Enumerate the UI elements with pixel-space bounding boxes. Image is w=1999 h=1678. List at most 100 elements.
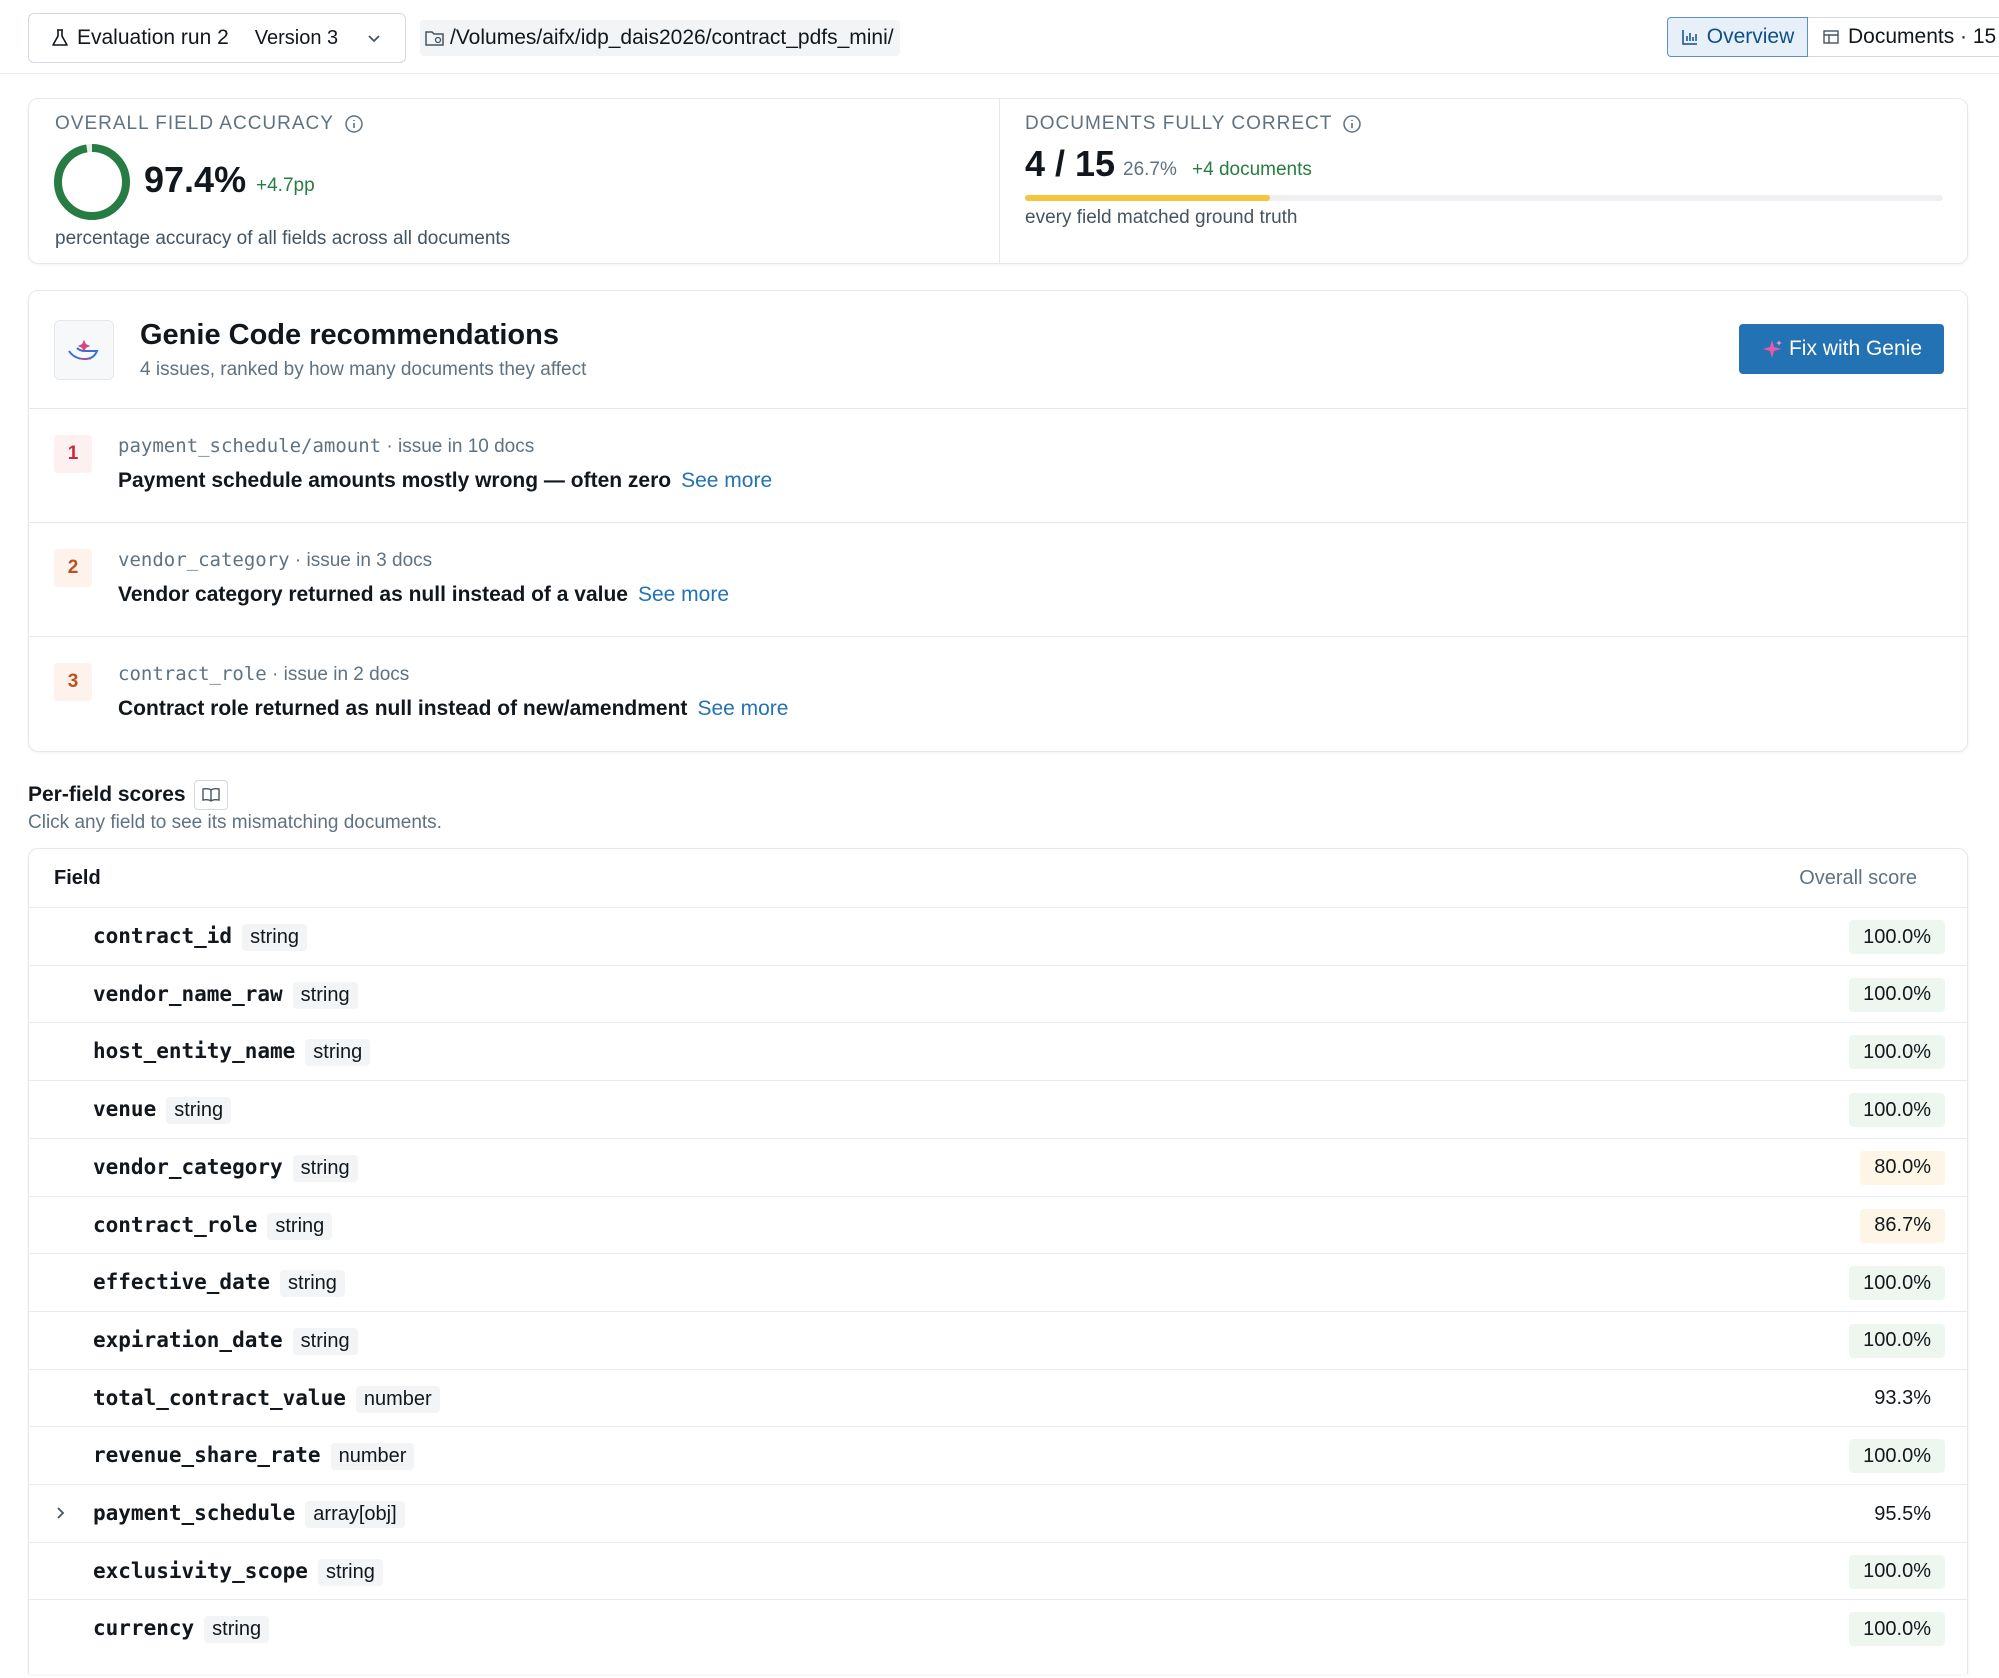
table-row[interactable]: contract_role string 86.7% <box>29 1195 1967 1254</box>
see-more-link[interactable]: See more <box>638 583 729 606</box>
accuracy-delta: +4.7pp <box>256 175 315 196</box>
table-row[interactable]: contract_id string 100.0% <box>29 907 1967 965</box>
bar-chart-icon <box>1681 30 1697 45</box>
issue-item[interactable]: 2 vendor_category · issue in 3 docs Vend… <box>29 522 1967 636</box>
table-row[interactable]: vendor_name_raw string 100.0% <box>29 964 1967 1023</box>
sparkle-icon <box>1762 340 1782 358</box>
table-row[interactable]: revenue_share_rate number 100.0% <box>29 1426 1967 1484</box>
info-icon[interactable] <box>1342 114 1362 134</box>
field-type-badge: string <box>242 924 307 951</box>
field-name: contract_role string <box>93 1212 333 1240</box>
field-name-text: vendor_category <box>93 1154 283 1179</box>
accuracy-caption: percentage accuracy of all fields across… <box>55 228 511 249</box>
issue-field-row: payment_schedule/amount · issue in 10 do… <box>118 435 534 458</box>
column-header-score: Overall score <box>1799 866 1917 889</box>
per-field-title-row: Per-field scores <box>28 780 228 810</box>
table-row[interactable]: venue string 100.0% <box>29 1080 1967 1138</box>
fix-with-genie-button[interactable]: Fix with Genie <box>1739 324 1944 374</box>
issue-headline: Vendor category returned as null instead… <box>118 583 628 606</box>
field-score: 100.0% <box>1849 1093 1945 1128</box>
tab-overview[interactable]: Overview <box>1667 17 1808 57</box>
issue-field-row: contract_role · issue in 2 docs <box>118 663 409 686</box>
field-name-text: contract_id <box>93 924 233 948</box>
issue-item[interactable]: 3 contract_role · issue in 2 docs Contra… <box>29 636 1967 750</box>
fully-correct-label-row: DOCUMENTS FULLY CORRECT <box>1025 113 1362 135</box>
field-score: 100.0% <box>1849 920 1945 954</box>
table-row[interactable]: payment_schedule array[obj] 95.5% <box>29 1484 1967 1542</box>
table-row[interactable]: expiration_date string 100.0% <box>29 1310 1967 1369</box>
issue-headline-row: Contract role returned as null instead o… <box>118 697 788 721</box>
issue-rank: 3 <box>54 663 92 701</box>
field-type-badge: string <box>267 1212 333 1240</box>
table-row[interactable]: exclusivity_scope string 100.0% <box>29 1541 1967 1600</box>
field-type-badge: string <box>166 1097 232 1125</box>
issue-count: · issue in 10 docs <box>386 436 535 457</box>
per-field-title: Per-field scores <box>28 783 186 806</box>
issue-rank: 2 <box>54 549 92 587</box>
metrics-card: OVERALL FIELD ACCURACY 97.4% +4.7pp perc… <box>28 98 1968 264</box>
table-icon <box>1823 30 1839 44</box>
field-name: expiration_date string <box>93 1327 358 1355</box>
field-type-badge: string <box>204 1616 270 1644</box>
issue-field-row: vendor_category · issue in 3 docs <box>118 549 432 572</box>
field-score: 93.3% <box>1874 1387 1931 1410</box>
see-more-link[interactable]: See more <box>697 697 788 720</box>
genie-recommendations-card: Genie Code recommendations 4 issues, ran… <box>28 290 1968 752</box>
book-icon[interactable] <box>193 780 228 810</box>
field-score: 100.0% <box>1849 1612 1945 1647</box>
field-name-text: payment_schedule <box>93 1501 296 1525</box>
tab-documents-label: Documents · 15 <box>1848 25 1997 48</box>
column-header-field: Field <box>54 866 101 889</box>
volume-path[interactable]: /Volumes/aifx/idp_dais2026/contract_pdfs… <box>420 20 900 56</box>
table-row[interactable]: host_entity_name string 100.0% <box>29 1022 1967 1080</box>
metric-divider <box>999 99 1000 263</box>
field-name-text: host_entity_name <box>93 1039 296 1064</box>
table-row[interactable]: effective_date string 100.0% <box>29 1253 1967 1311</box>
see-more-link[interactable]: See more <box>681 469 772 492</box>
field-name: vendor_category string <box>93 1154 358 1182</box>
field-name: effective_date string <box>93 1270 345 1298</box>
issue-field: payment_schedule/amount <box>118 435 382 457</box>
field-type-badge: array[obj] <box>305 1501 405 1528</box>
issue-item[interactable]: 1 payment_schedule/amount · issue in 10 … <box>29 408 1967 522</box>
chevron-down-icon[interactable] <box>365 29 383 47</box>
issue-headline-row: Vendor category returned as null instead… <box>118 583 729 607</box>
field-name: vendor_name_raw string <box>93 981 358 1009</box>
fully-correct-value: 4 / 15 <box>1025 143 1116 184</box>
field-score: 100.0% <box>1849 1323 1945 1358</box>
field-name-text: contract_role <box>93 1212 258 1237</box>
evaluation-run-select[interactable]: Evaluation run 2 Version 3 <box>28 13 406 63</box>
flask-icon <box>52 29 68 46</box>
genie-subtitle: 4 issues, ranked by how many documents t… <box>140 359 587 380</box>
field-name-text: effective_date <box>93 1270 271 1295</box>
field-score: 100.0% <box>1849 1035 1945 1070</box>
run-name: Evaluation run 2 <box>77 26 229 49</box>
info-icon[interactable] <box>344 114 364 134</box>
tab-documents[interactable]: Documents · 15 <box>1808 17 1999 57</box>
field-type-badge: string <box>280 1270 345 1298</box>
field-name: revenue_share_rate number <box>93 1443 415 1471</box>
field-name-text: expiration_date <box>93 1327 283 1352</box>
field-name: host_entity_name string <box>93 1039 371 1067</box>
fully-correct-label: DOCUMENTS FULLY CORRECT <box>1025 113 1333 134</box>
issue-headline-row: Payment schedule amounts mostly wrong — … <box>118 469 772 493</box>
table-row[interactable]: total_contract_value number 93.3% <box>29 1368 1967 1427</box>
fully-correct-percent: 26.7% <box>1123 159 1177 180</box>
issue-count: · issue in 3 docs <box>294 550 433 571</box>
field-name: payment_schedule array[obj] <box>93 1501 405 1528</box>
fully-correct-caption: every field matched ground truth <box>1025 207 1298 228</box>
accuracy-ring <box>54 144 130 220</box>
field-score: 86.7% <box>1860 1208 1945 1243</box>
table-row[interactable]: vendor_category string 80.0% <box>29 1137 1967 1196</box>
field-type-badge: number <box>355 1385 440 1413</box>
field-score: 100.0% <box>1849 1266 1945 1301</box>
per-field-subtitle: Click any field to see its mismatching d… <box>28 812 442 833</box>
fully-correct-bar-fill <box>1025 195 1271 201</box>
table-row[interactable]: currency string 100.0% <box>29 1599 1967 1657</box>
field-name-text: revenue_share_rate <box>93 1443 321 1468</box>
chevron-right-icon[interactable] <box>51 1504 69 1522</box>
field-score: 100.0% <box>1849 1439 1945 1474</box>
field-name-text: total_contract_value <box>93 1385 346 1410</box>
field-score: 100.0% <box>1849 1554 1945 1589</box>
version-label: Version 3 <box>254 26 339 49</box>
